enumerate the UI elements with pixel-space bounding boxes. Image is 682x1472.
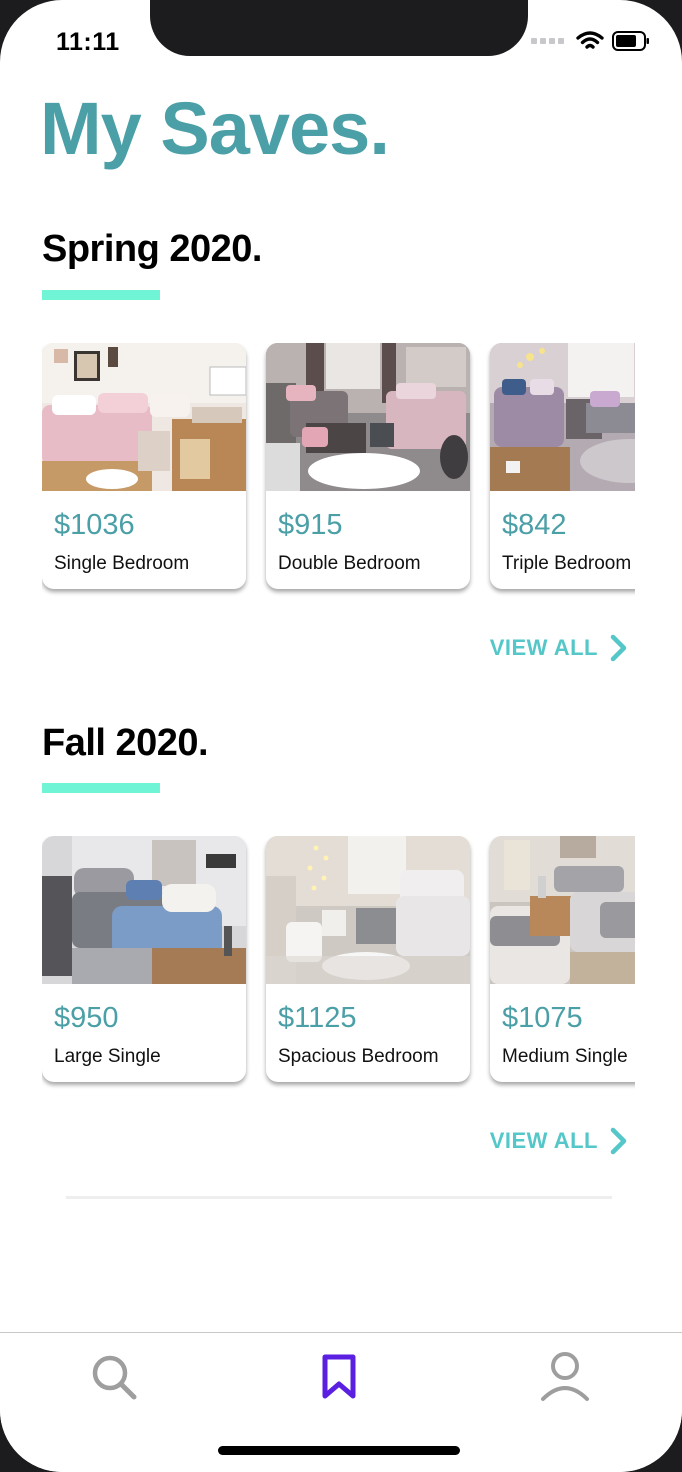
battery-icon	[612, 31, 649, 51]
listing-price: $1036	[54, 509, 135, 541]
listing-name: Double Bedroom	[278, 553, 421, 574]
saves-carousel-fall[interactable]: $950 Large Single $1125 Spacious Bedroom…	[42, 836, 635, 1098]
listing-price: $915	[278, 509, 343, 541]
section-title-fall: Fall 2020.	[42, 722, 209, 764]
view-all-spring-button[interactable]: VIEW ALL	[490, 634, 628, 662]
pink-dorm-room-photo	[42, 343, 246, 491]
listing-card[interactable]: $1036 Single Bedroom	[42, 343, 246, 589]
view-all-fall-button[interactable]: VIEW ALL	[490, 1127, 628, 1155]
section-title-spring: Spring 2020.	[42, 228, 262, 270]
neutral-dorm-room-photo	[490, 836, 635, 984]
page-title: My Saves.	[40, 87, 390, 170]
section-underline	[42, 290, 160, 300]
tab-search[interactable]	[84, 1351, 144, 1403]
bookmark-icon	[322, 1354, 356, 1399]
listing-card[interactable]: $1075 Medium Single	[490, 836, 635, 1082]
status-time: 11:11	[56, 28, 120, 56]
tab-saves[interactable]	[309, 1351, 369, 1403]
listing-card[interactable]: $950 Large Single	[42, 836, 246, 1082]
listing-card[interactable]: $915 Double Bedroom	[266, 343, 470, 589]
listing-name: Medium Single	[502, 1046, 628, 1067]
saves-carousel-spring[interactable]: $1036 Single Bedroom $915 Double Bedroom…	[42, 343, 635, 605]
listing-name: Spacious Bedroom	[278, 1046, 439, 1067]
listing-price: $842	[502, 509, 567, 541]
device-frame: 11:11 My Saves. Spring 2020. $1036 Singl…	[0, 0, 682, 1472]
chevron-right-icon	[610, 634, 627, 662]
wifi-icon	[576, 31, 604, 49]
view-all-label: VIEW ALL	[489, 635, 598, 660]
blue-grey-dorm-room-photo	[42, 836, 246, 984]
white-grey-dorm-room-photo	[266, 836, 470, 984]
chevron-right-icon	[610, 1127, 627, 1155]
listing-price: $1075	[502, 1002, 583, 1034]
listing-name: Large Single	[54, 1046, 161, 1067]
cellular-signal-icon	[531, 38, 564, 44]
device-notch	[150, 0, 528, 56]
listing-name: Triple Bedroom	[502, 553, 632, 574]
app-screen: 11:11 My Saves. Spring 2020. $1036 Singl…	[0, 0, 682, 1472]
view-all-label: VIEW ALL	[489, 1128, 598, 1153]
listing-card[interactable]: $842 Triple Bedroom	[490, 343, 635, 589]
profile-icon	[541, 1352, 589, 1401]
home-indicator	[218, 1446, 460, 1455]
listing-card[interactable]: $1125 Spacious Bedroom	[266, 836, 470, 1082]
grey-pink-dorm-room-photo	[266, 343, 470, 491]
content-divider	[66, 1196, 612, 1199]
section-underline	[42, 783, 160, 793]
listing-price: $1125	[278, 1002, 357, 1034]
listing-name: Single Bedroom	[54, 553, 190, 574]
search-icon	[92, 1355, 137, 1400]
tab-profile[interactable]	[535, 1351, 595, 1403]
status-indicators	[531, 30, 650, 52]
listing-price: $950	[54, 1002, 119, 1034]
lavender-dorm-room-photo	[490, 343, 635, 491]
